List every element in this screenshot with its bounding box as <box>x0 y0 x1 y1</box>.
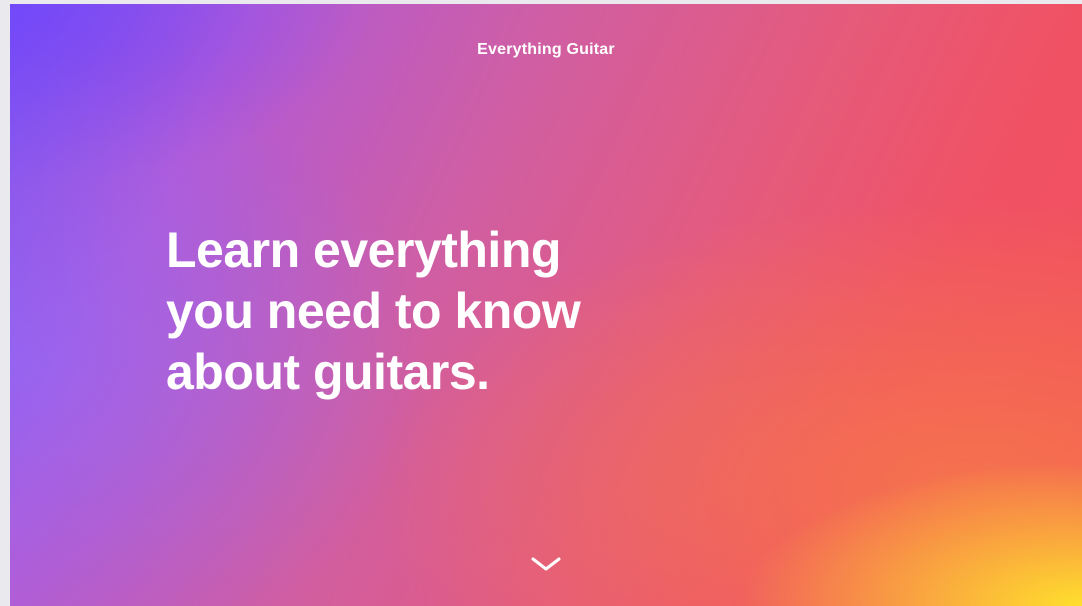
chevron-down-icon <box>531 557 561 571</box>
hero-section: Everything Guitar Learn everything you n… <box>10 4 1082 606</box>
scroll-down-button[interactable] <box>530 554 562 574</box>
hero-headline-line-2: you need to know <box>166 283 581 339</box>
hero-headline-line-3: about guitars. <box>166 344 490 400</box>
site-title[interactable]: Everything Guitar <box>10 40 1082 60</box>
hero-headline-line-1: Learn everything <box>166 222 561 278</box>
hero-headline: Learn everything you need to know about … <box>166 220 726 403</box>
